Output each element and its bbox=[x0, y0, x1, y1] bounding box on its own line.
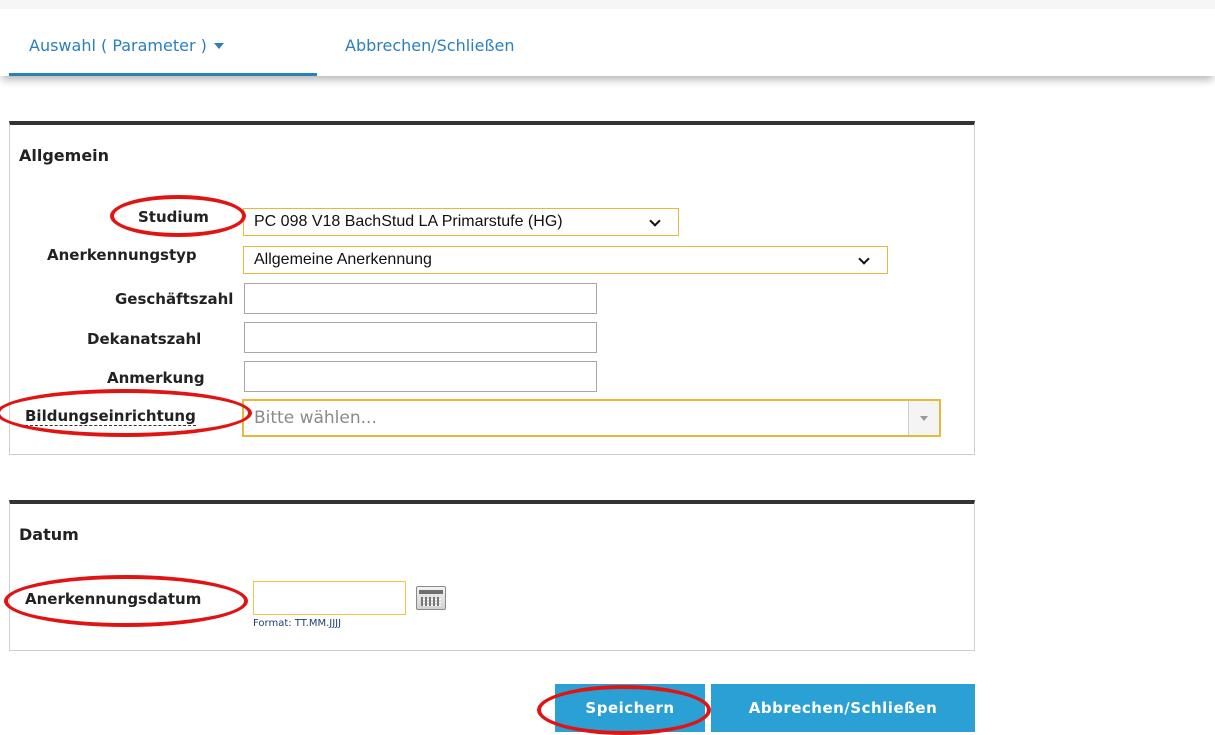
bildungseinrichtung-placeholder: Bitte wählen... bbox=[254, 408, 377, 428]
anerkennungstyp-label: Anerkennungstyp bbox=[47, 246, 197, 264]
panel-allgemein: Allgemein Studium PC 098 V18 BachStud LA… bbox=[9, 121, 975, 455]
tab-auswahl-label: Auswahl ( Parameter ) bbox=[29, 36, 207, 55]
cancel-button[interactable]: Abbrechen/Schließen bbox=[711, 684, 975, 732]
calendar-header bbox=[419, 590, 443, 594]
save-button[interactable]: Speichern bbox=[555, 684, 705, 732]
dekanatszahl-label: Dekanatszahl bbox=[87, 330, 202, 348]
anerkennungsdatum-input[interactable] bbox=[253, 581, 406, 615]
panel-datum: Datum Anerkennungsdatum Format: TT.MM.JJ… bbox=[9, 500, 975, 651]
studium-select[interactable]: PC 098 V18 BachStud LA Primarstufe (HG) bbox=[243, 208, 679, 236]
panel-title-datum: Datum bbox=[19, 525, 79, 544]
combobox-toggle[interactable] bbox=[908, 401, 939, 435]
anerkennungstyp-select[interactable]: Allgemeine Anerkennung bbox=[243, 246, 888, 274]
anerkennungsdatum-label: Anerkennungsdatum bbox=[25, 590, 202, 608]
dekanatszahl-input[interactable] bbox=[244, 322, 597, 353]
geschaeftszahl-input[interactable] bbox=[244, 283, 597, 314]
caret-down-icon bbox=[213, 43, 224, 49]
caret-down-icon bbox=[920, 416, 928, 421]
anmerkung-input[interactable] bbox=[244, 361, 597, 392]
top-strip bbox=[0, 0, 1215, 9]
tab-auswahl-parameter[interactable]: Auswahl ( Parameter ) bbox=[9, 9, 317, 76]
active-tab-underline bbox=[9, 73, 317, 76]
bildungseinrichtung-label: Bildungseinrichtung bbox=[25, 407, 196, 426]
calendar-icon[interactable] bbox=[416, 586, 446, 610]
top-navigation: Auswahl ( Parameter ) Abbrechen/Schließe… bbox=[0, 9, 1215, 76]
anerkennungstyp-value: Allgemeine Anerkennung bbox=[254, 251, 432, 268]
chevron-down-icon bbox=[649, 215, 661, 227]
calendar-grid bbox=[421, 597, 441, 606]
bildungseinrichtung-combobox[interactable]: Bitte wählen... bbox=[242, 399, 941, 437]
studium-label: Studium bbox=[138, 208, 209, 226]
studium-value: PC 098 V18 BachStud LA Primarstufe (HG) bbox=[254, 213, 563, 230]
date-format-hint: Format: TT.MM.JJJJ bbox=[253, 618, 342, 629]
chevron-down-icon bbox=[858, 253, 870, 265]
tab-abbrechen-schliessen[interactable]: Abbrechen/Schließen bbox=[345, 9, 515, 76]
geschaeftszahl-label: Geschäftszahl bbox=[115, 290, 234, 308]
panel-title-allgemein: Allgemein bbox=[19, 146, 110, 165]
anmerkung-label: Anmerkung bbox=[107, 369, 205, 387]
